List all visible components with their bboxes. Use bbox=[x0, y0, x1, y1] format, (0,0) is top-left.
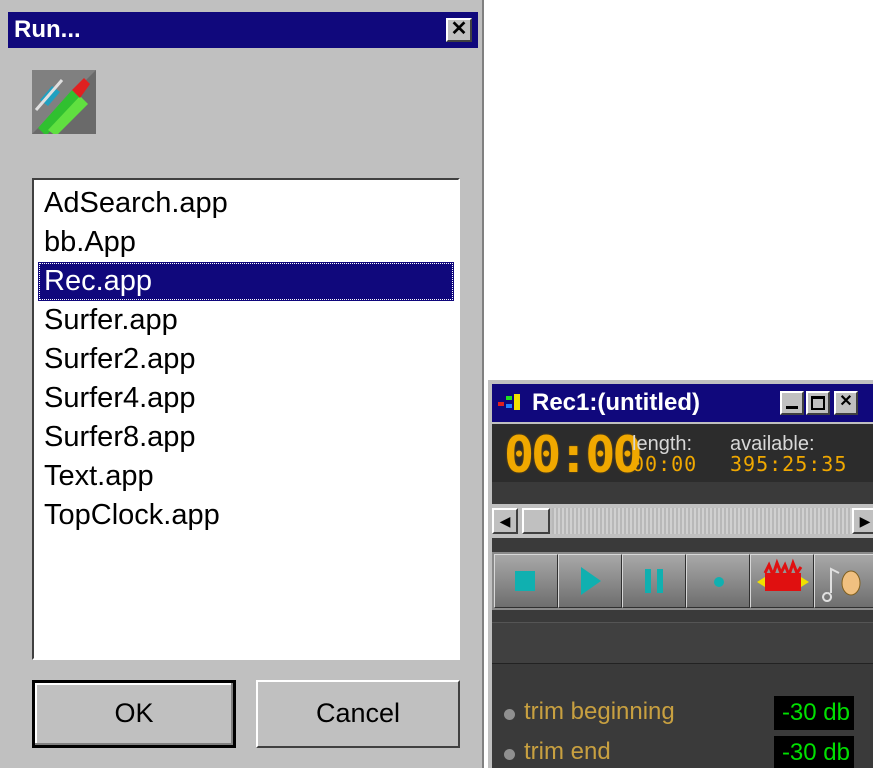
available-value: 395:25:35 bbox=[730, 452, 848, 476]
rec-app-icon bbox=[498, 394, 520, 410]
rec-title: Rec1:(untitled) bbox=[532, 389, 700, 416]
time-display: 00:00 length: 00:00 available: 395:25:35 bbox=[492, 424, 873, 482]
level-meter bbox=[492, 622, 873, 664]
current-time: 00:00 bbox=[504, 426, 643, 484]
scroll-left-icon[interactable]: ◀ bbox=[492, 508, 518, 534]
waveform-button[interactable] bbox=[750, 554, 814, 608]
list-item[interactable]: AdSearch.app bbox=[38, 184, 454, 223]
list-item[interactable]: Surfer8.app bbox=[38, 418, 454, 457]
list-item-selected[interactable]: Rec.app bbox=[38, 262, 454, 301]
list-item[interactable]: Text.app bbox=[38, 457, 454, 496]
scroll-right-icon[interactable]: ▶ bbox=[852, 508, 873, 534]
pause-button[interactable] bbox=[622, 554, 686, 608]
rec-titlebar[interactable]: Rec1:(untitled) ✕ bbox=[488, 378, 873, 424]
record-button[interactable] bbox=[686, 554, 750, 608]
length-value: 00:00 bbox=[632, 452, 698, 476]
music-ear-icon bbox=[822, 567, 861, 602]
available-label: available: bbox=[730, 433, 815, 455]
trim-controls: trim beginning -30 db trim end -30 db bbox=[492, 694, 873, 768]
cancel-button[interactable]: Cancel bbox=[256, 680, 460, 748]
ok-button[interactable]: OK bbox=[32, 680, 236, 748]
trim-end-radio[interactable] bbox=[504, 749, 515, 760]
scroll-thumb[interactable] bbox=[522, 508, 550, 534]
list-item[interactable]: bb.App bbox=[38, 223, 454, 262]
run-dialog-titlebar[interactable]: Run... ✕ bbox=[8, 12, 478, 48]
trim-end-label: trim end bbox=[524, 738, 611, 765]
trim-beginning-label: trim beginning bbox=[524, 698, 675, 725]
trim-beginning-value[interactable]: -30 db bbox=[774, 696, 854, 730]
music-ear-button[interactable] bbox=[814, 554, 873, 608]
list-item[interactable]: Surfer4.app bbox=[38, 379, 454, 418]
close-icon[interactable]: ✕ bbox=[446, 18, 472, 42]
trim-end-value[interactable]: -30 db bbox=[774, 736, 854, 768]
run-app-icon bbox=[32, 70, 96, 134]
pause-icon bbox=[645, 569, 663, 593]
play-icon bbox=[581, 567, 601, 595]
list-item[interactable]: Surfer2.app bbox=[38, 340, 454, 379]
stop-button[interactable] bbox=[494, 554, 558, 608]
position-scrollbar[interactable]: ◀ ▶ bbox=[492, 504, 873, 538]
run-dialog: Run... ✕ AdSearch.app bb.App Rec.app Sur… bbox=[0, 0, 484, 768]
transport-bar bbox=[492, 552, 873, 610]
rec-body: 00:00 length: 00:00 available: 395:25:35… bbox=[492, 424, 873, 768]
trim-beginning-radio[interactable] bbox=[504, 709, 515, 720]
run-dialog-title: Run... bbox=[14, 16, 81, 43]
waveform-icon bbox=[757, 558, 809, 591]
close-icon[interactable]: ✕ bbox=[834, 391, 858, 415]
app-listbox[interactable]: AdSearch.app bb.App Rec.app Surfer.app S… bbox=[32, 178, 460, 660]
stop-icon bbox=[515, 571, 535, 591]
list-item[interactable]: TopClock.app bbox=[38, 496, 454, 535]
record-icon bbox=[714, 577, 724, 587]
list-item[interactable]: Surfer.app bbox=[38, 301, 454, 340]
rec-window: Rec1:(untitled) ✕ 00:00 length: 00:00 av… bbox=[488, 378, 873, 768]
play-button[interactable] bbox=[558, 554, 622, 608]
minimize-icon[interactable] bbox=[780, 391, 804, 415]
maximize-icon[interactable] bbox=[806, 391, 830, 415]
length-label: length: bbox=[632, 433, 693, 455]
scroll-track[interactable] bbox=[552, 508, 873, 534]
